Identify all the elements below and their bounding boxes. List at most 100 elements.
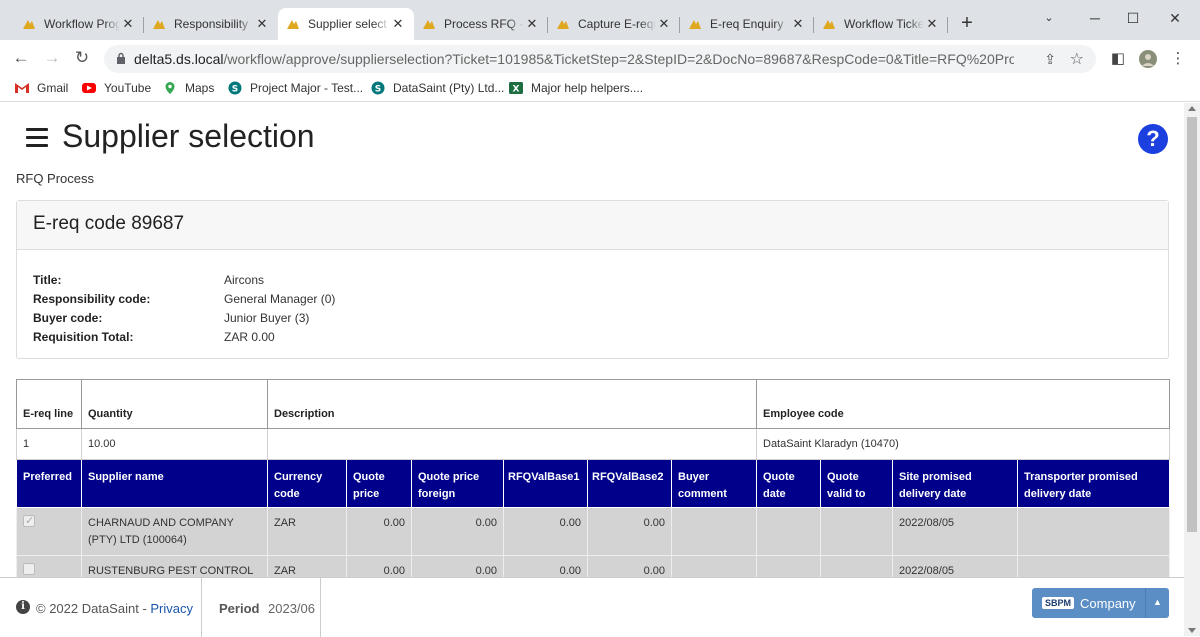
period-label: Period — [219, 601, 260, 616]
quote-valid-to — [820, 507, 893, 556]
tab-title: Workflow Ticke — [844, 17, 924, 31]
address-bar[interactable]: delta5.ds.local/workflow/approve/supplie… — [104, 45, 1096, 73]
browser-tab[interactable]: Responsibility ✕ — [144, 8, 278, 40]
vertical-scrollbar[interactable] — [1184, 103, 1200, 636]
field-value: General Manager (0) — [224, 291, 336, 306]
tab-search-chevron-icon[interactable]: ⌄ — [1034, 6, 1064, 30]
close-tab-icon[interactable]: ✕ — [656, 16, 672, 32]
field-label: Title: — [33, 272, 62, 287]
col-header-quote-valid-to: Quote valid to — [820, 459, 893, 508]
workflow-favicon-icon — [689, 20, 701, 29]
ereq-fields: Title: Aircons Responsibility code: Genera… — [33, 270, 335, 346]
ereq-heading: E-req code 89687 — [17, 201, 1168, 250]
field-label: Buyer code: — [33, 310, 103, 325]
col-header-quote-price: Quote price — [346, 459, 412, 508]
minimize-window-icon[interactable]: ─ — [1080, 6, 1110, 30]
url-text: delta5.ds.local/workflow/approve/supplie… — [134, 51, 1014, 67]
supplier-selection-table: E-req line Quantity Description Employee… — [16, 379, 1170, 581]
rfq-val-base2: 0.00 — [587, 507, 672, 556]
caret-up-icon[interactable]: ▲ — [1145, 588, 1169, 618]
col-header-employee-code: Employee code — [756, 379, 1170, 429]
browser-tab[interactable]: Workflow Prog ✕ — [14, 8, 144, 40]
browser-tab[interactable]: Process RFQ - ✕ — [414, 8, 548, 40]
side-panel-icon[interactable]: ◧ — [1108, 49, 1128, 69]
col-header-ereq-line: E-req line — [16, 379, 82, 429]
hamburger-menu-icon[interactable] — [26, 128, 48, 148]
col-header-transporter-promised-date: Transporter promised delivery date — [1017, 459, 1170, 508]
privacy-link[interactable]: Privacy — [150, 601, 193, 616]
browser-tab[interactable]: Capture E-requ ✕ — [548, 8, 680, 40]
preferred-checkbox[interactable] — [23, 513, 35, 530]
close-tab-icon[interactable]: ✕ — [120, 16, 136, 32]
company-selector-button[interactable]: SBPM Company ▲ — [1032, 588, 1169, 618]
currency-code: ZAR — [267, 507, 347, 556]
workflow-favicon-icon — [23, 20, 35, 29]
tab-title: Responsibility — [174, 17, 249, 31]
line-row: 1 10.00 DataSaint Klaradyn (10470) — [16, 428, 1170, 460]
bookmark-datasaint[interactable]: S DataSaint (Pty) Ltd... — [370, 81, 504, 95]
maximize-window-icon[interactable]: ☐ — [1118, 6, 1148, 30]
info-icon[interactable]: i — [16, 600, 30, 614]
col-header-preferred: Preferred — [16, 459, 82, 508]
buyer-comment — [671, 507, 757, 556]
col-header-supplier-name: Supplier name — [81, 459, 268, 508]
new-tab-plus-icon[interactable]: + — [957, 13, 977, 33]
col-header-site-promised-date: Site promised delivery date — [892, 459, 1018, 508]
browser-tab-strip: Workflow Prog ✕ Responsibility ✕ Supplie… — [0, 0, 1200, 40]
bookmark-maps[interactable]: Maps — [162, 81, 214, 95]
close-tab-icon[interactable]: ✕ — [390, 16, 406, 32]
bookmarks-bar: Gmail YouTube Maps S Project Major - Tes… — [0, 76, 1200, 102]
close-tab-icon[interactable]: ✕ — [924, 16, 940, 32]
browser-tab[interactable]: Workflow Ticke ✕ — [814, 8, 948, 40]
supplier-row[interactable]: CHARNAUD AND COMPANY (PTY) LTD (100064) … — [16, 507, 1170, 556]
preferred-checkbox[interactable] — [23, 563, 35, 575]
field-value: Aircons — [224, 272, 265, 287]
sharepoint-icon: S — [371, 81, 385, 95]
reload-icon[interactable]: ↻ — [72, 48, 92, 68]
line-employee: DataSaint Klaradyn (10470) — [756, 428, 1170, 460]
bookmark-project-major[interactable]: S Project Major - Test... — [227, 81, 363, 95]
close-tab-icon[interactable]: ✕ — [254, 16, 270, 32]
bookmark-gmail[interactable]: Gmail — [14, 81, 68, 95]
svg-text:X: X — [513, 85, 520, 95]
back-arrow-icon[interactable]: ← — [11, 48, 31, 68]
bookmark-star-icon[interactable]: ☆ — [1070, 49, 1084, 69]
bookmark-major-help[interactable]: X Major help helpers.... — [508, 81, 643, 95]
tab-title: E-req Enquiry — [710, 17, 784, 31]
field-value: Junior Buyer (3) — [224, 310, 310, 325]
workflow-favicon-icon — [287, 20, 299, 29]
profile-avatar-icon[interactable] — [1138, 49, 1158, 69]
close-window-icon[interactable]: ✕ — [1160, 6, 1190, 30]
supplier-name: CHARNAUD AND COMPANY (PTY) LTD (100064) — [81, 507, 268, 556]
bookmark-youtube[interactable]: YouTube — [81, 81, 151, 95]
col-header-quantity: Quantity — [81, 379, 268, 429]
close-tab-icon[interactable]: ✕ — [790, 16, 806, 32]
line-description — [267, 428, 757, 460]
workflow-favicon-icon — [423, 20, 435, 29]
col-header-currency-code: Currency code — [267, 459, 347, 508]
svg-text:S: S — [232, 85, 238, 95]
field-row: Responsibility code: General Manager (0) — [33, 289, 335, 308]
excel-icon: X — [509, 82, 523, 95]
share-icon[interactable]: ⇪ — [1044, 51, 1056, 68]
col-header-rfqvalbase1: RFQValBase1 — [503, 459, 588, 508]
browser-menu-icon[interactable]: ⋮ — [1168, 49, 1188, 69]
youtube-icon — [82, 83, 96, 93]
browser-tab-active[interactable]: Supplier select ✕ — [278, 8, 414, 40]
field-row: Buyer code: Junior Buyer (3) — [33, 308, 335, 327]
forward-arrow-icon[interactable]: → — [42, 48, 62, 68]
tab-title: Capture E-requ — [578, 17, 656, 31]
scroll-up-arrow-icon[interactable] — [1188, 106, 1196, 111]
field-label: Requisition Total: — [33, 329, 134, 344]
svg-text:S: S — [375, 85, 381, 95]
browser-tab[interactable]: E-req Enquiry ✕ — [680, 8, 814, 40]
scroll-down-arrow-icon[interactable] — [1188, 628, 1196, 633]
close-tab-icon[interactable]: ✕ — [524, 16, 540, 32]
period-value: 2023/06 — [268, 601, 315, 616]
field-row: Requisition Total: ZAR 0.00 — [33, 327, 335, 346]
scrollbar-thumb[interactable] — [1187, 117, 1197, 532]
quote-price: 0.00 — [346, 507, 412, 556]
col-header-description: Description — [267, 379, 757, 429]
help-icon[interactable]: ? — [1138, 124, 1168, 154]
page-subtitle: RFQ Process — [16, 171, 95, 186]
